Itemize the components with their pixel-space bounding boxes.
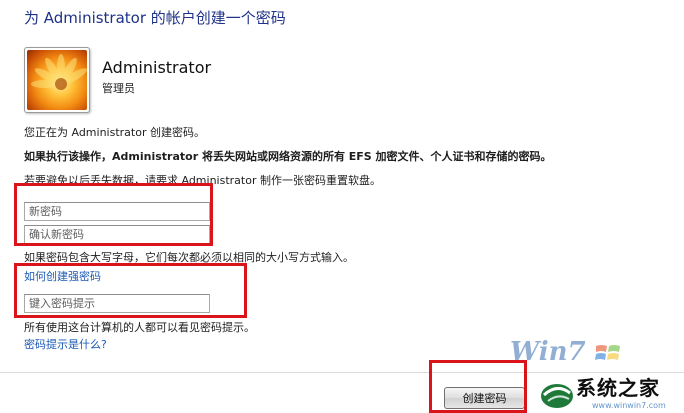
hint-visibility-note: 所有使用这台计算机的人都可以看见密码提示。 (24, 321, 255, 334)
case-sensitivity-note: 如果密码包含大写字母，它们每次都必须以相同的大小写方式输入。 (24, 251, 354, 264)
page-title: 为 Administrator 的帐户创建一个密码 (24, 9, 286, 27)
flower-avatar-icon (27, 50, 87, 110)
create-password-button[interactable]: 创建密码 (444, 387, 525, 409)
watermark-logo-text: Win7 (510, 337, 586, 367)
account-name: Administrator (102, 58, 212, 77)
reset-disk-advice: 若要避免以后丢失数据，请要求 Administrator 制作一张密码重置软盘。 (24, 174, 381, 187)
watermark-url: www.winwin7.com (592, 401, 666, 410)
watermark-brand: 系统之家 (576, 376, 660, 400)
password-hint-help-link[interactable]: 密码提示是什么? (24, 336, 107, 352)
password-hint-input[interactable] (24, 294, 210, 313)
windows-flag-icon (595, 345, 620, 360)
confirm-password-input[interactable] (24, 225, 210, 244)
watermark-emblem-icon (541, 384, 573, 408)
flower-petals-icon (31, 54, 87, 90)
strong-password-link[interactable]: 如何创建强密码 (24, 268, 101, 284)
account-role: 管理员 (102, 82, 135, 95)
efs-warning: 如果执行该操作，Administrator 将丢失网站或网络资源的所有 EFS … (24, 150, 552, 163)
creating-message: 您正在为 Administrator 创建密码。 (24, 126, 205, 139)
user-avatar (24, 47, 90, 113)
new-password-input[interactable] (24, 202, 210, 221)
